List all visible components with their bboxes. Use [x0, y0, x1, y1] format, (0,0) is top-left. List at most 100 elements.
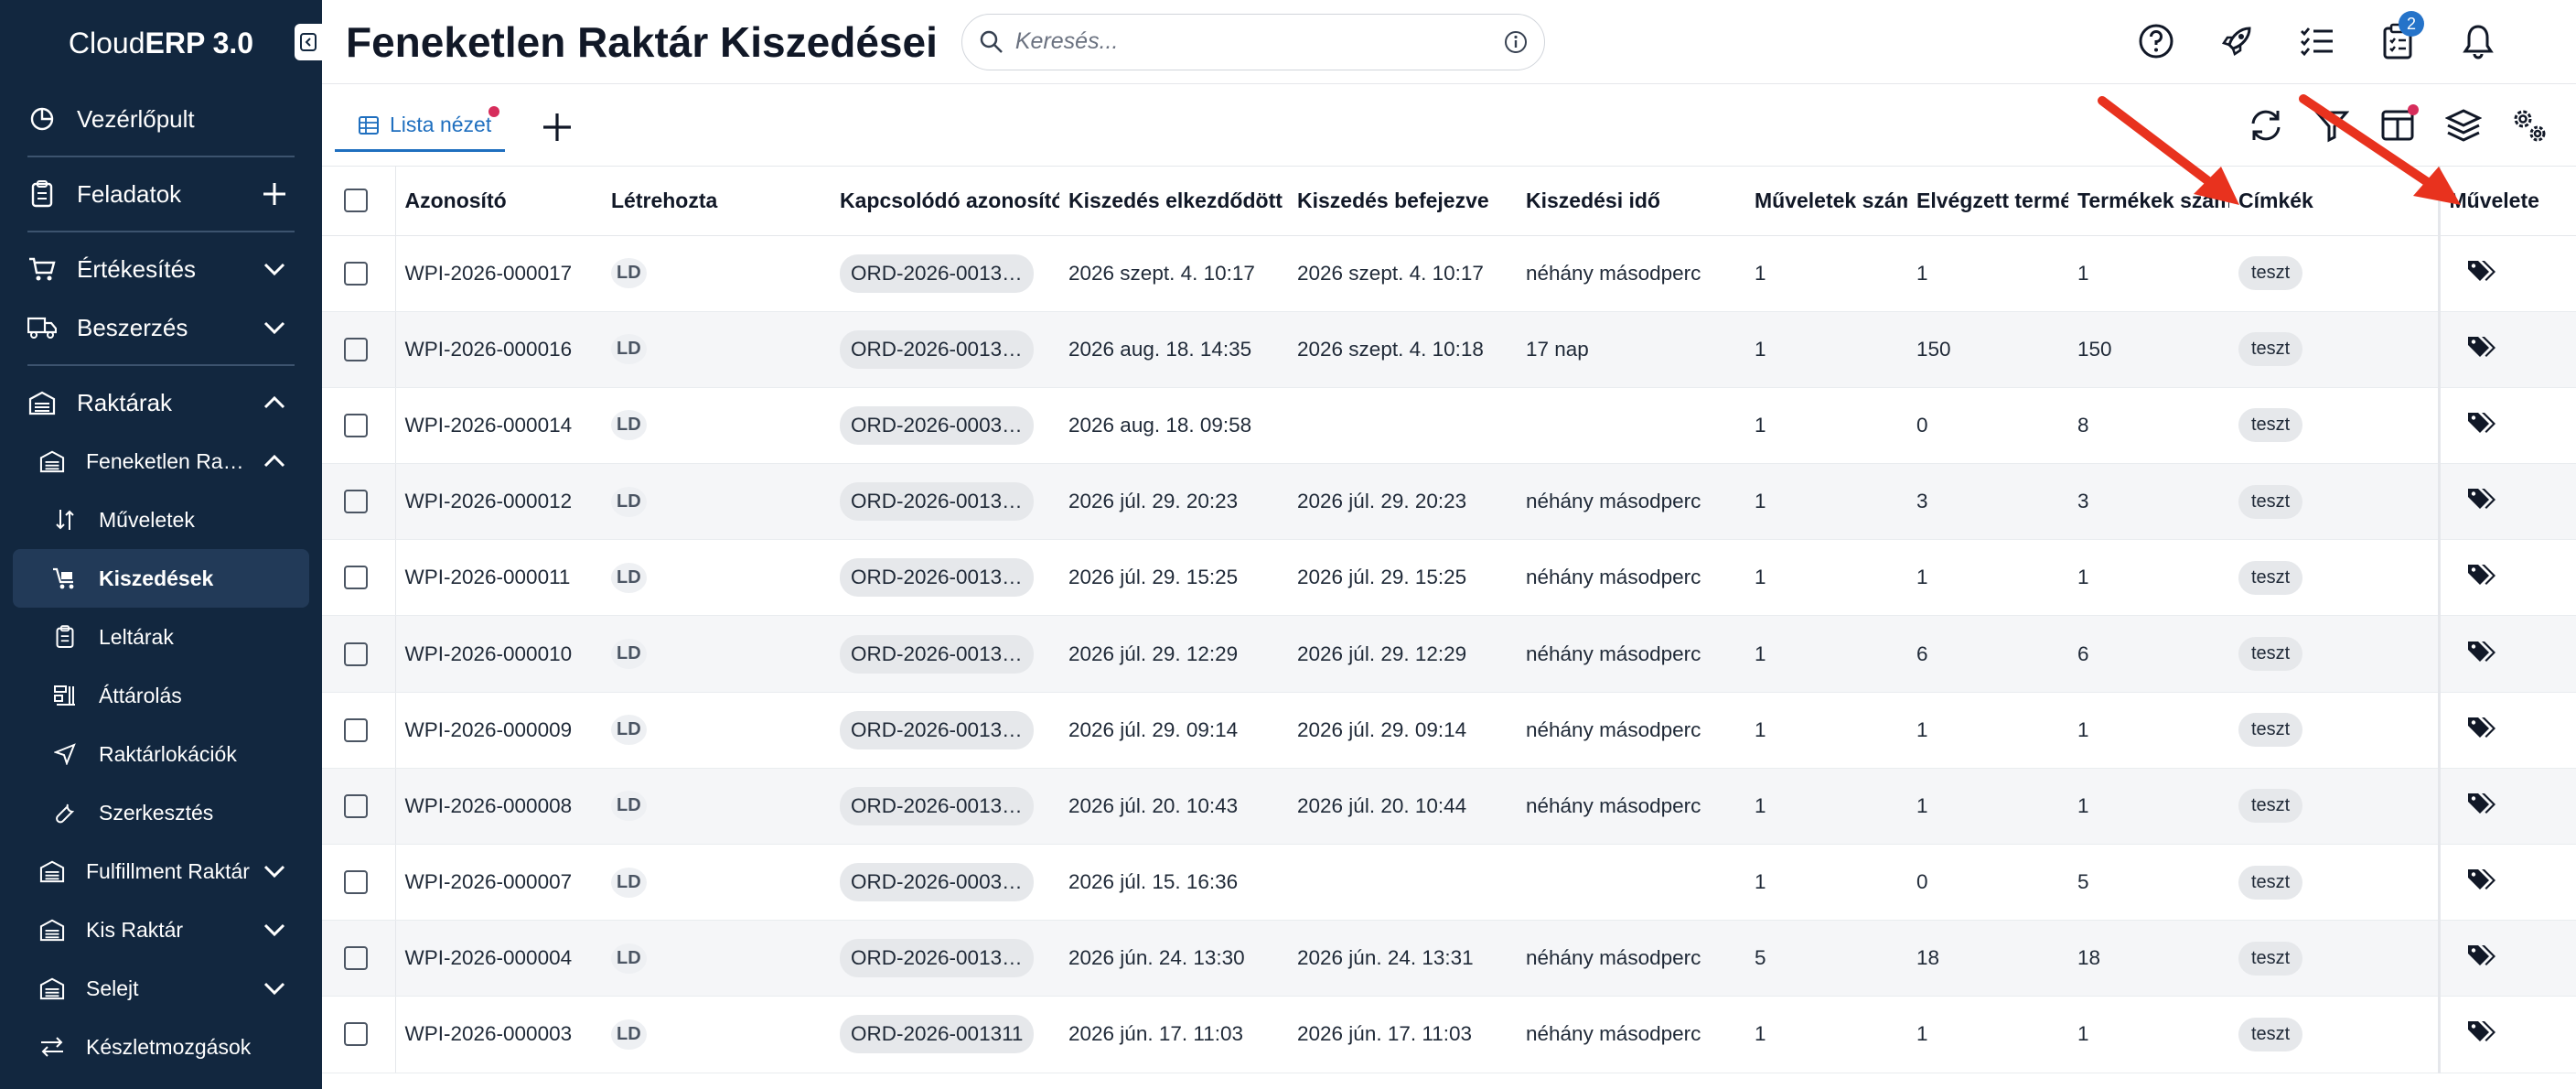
columns-button[interactable]	[2375, 102, 2420, 148]
column-header[interactable]: Kiszedés elkezdődött	[1059, 167, 1288, 236]
cell-id[interactable]: WPI-2026-000016	[395, 311, 602, 388]
select-all-checkbox[interactable]	[344, 189, 368, 213]
tag-chip[interactable]: teszt	[2238, 789, 2303, 824]
chevron-down-icon[interactable]	[260, 313, 289, 342]
tags-action-button[interactable]	[2466, 486, 2497, 517]
row-select-cell[interactable]	[322, 235, 396, 312]
row-checkbox[interactable]	[344, 642, 368, 666]
row-select-cell[interactable]	[322, 844, 396, 922]
related-order-chip[interactable]: ORD-2026-0013…	[840, 558, 1034, 598]
row-select-cell[interactable]	[322, 311, 396, 388]
tags-action-button[interactable]	[2466, 258, 2497, 289]
row-checkbox[interactable]	[344, 946, 368, 971]
column-header[interactable]: Azonosító	[395, 167, 602, 236]
tag-chip[interactable]: teszt	[2238, 865, 2303, 900]
table-row[interactable]: WPI-2026-000009 LD ORD-2026-0013… 2026 júl.…	[322, 692, 2576, 769]
info-icon[interactable]	[1504, 30, 1528, 54]
tag-chip[interactable]: teszt	[2238, 332, 2303, 367]
row-select-cell[interactable]	[322, 615, 396, 693]
column-header[interactable]: Elvégzett termékek	[1907, 167, 2068, 236]
add-view-button[interactable]	[538, 108, 576, 146]
row-checkbox[interactable]	[344, 413, 368, 437]
tag-chip[interactable]: teszt	[2238, 256, 2303, 291]
cell-related-id[interactable]: ORD-2026-001311	[831, 996, 1059, 1073]
tags-action-button[interactable]	[2466, 334, 2497, 365]
cell-id[interactable]: WPI-2026-000014	[395, 387, 602, 465]
cell-id[interactable]: WPI-2026-000009	[395, 692, 602, 769]
sidebar-item-purchasing[interactable]: Beszerzés	[0, 298, 322, 357]
tags-action-button[interactable]	[2466, 791, 2497, 822]
sidebar-item-dashboard[interactable]: Vezérlőpult	[0, 90, 322, 148]
tag-chip[interactable]: teszt	[2238, 637, 2303, 672]
tag-chip[interactable]: teszt	[2238, 713, 2303, 748]
cell-id[interactable]: WPI-2026-000007	[395, 844, 602, 922]
related-order-chip[interactable]: ORD-2026-0003…	[840, 863, 1034, 902]
related-order-chip[interactable]: ORD-2026-0013…	[840, 710, 1034, 749]
cell-id[interactable]: WPI-2026-000008	[395, 768, 602, 846]
add-task-button[interactable]	[260, 179, 289, 209]
column-header[interactable]: Műveletek száma	[1745, 167, 1907, 236]
related-order-chip[interactable]: ORD-2026-0013…	[840, 634, 1034, 674]
tags-action-button[interactable]	[2466, 715, 2497, 746]
sidebar-item-transfer[interactable]: Áttárolás	[0, 666, 322, 725]
cell-related-id[interactable]: ORD-2026-0013…	[831, 615, 1059, 693]
row-select-cell[interactable]	[322, 768, 396, 846]
column-header[interactable]: Kiszedési idő	[1517, 167, 1745, 236]
sidebar-item-pickings[interactable]: Kiszedések	[13, 549, 309, 608]
related-order-chip[interactable]: ORD-2026-0013…	[840, 786, 1034, 825]
column-header[interactable]: Címkék	[2229, 167, 2439, 236]
chevron-down-icon[interactable]	[260, 974, 289, 1003]
sidebar-warehouse-feneketlen[interactable]: Feneketlen Ra…	[0, 432, 322, 491]
column-header[interactable]: Kapcsolódó azonosító	[831, 167, 1059, 236]
search-input[interactable]: Keresés...	[961, 13, 1545, 70]
table-row[interactable]: WPI-2026-000003 LD ORD-2026-001311 2026 jún…	[322, 996, 2576, 1073]
cell-related-id[interactable]: ORD-2026-0003…	[831, 387, 1059, 465]
cell-id[interactable]: WPI-2026-000003	[395, 996, 602, 1073]
cell-related-id[interactable]: ORD-2026-0013…	[831, 311, 1059, 388]
checklist-button[interactable]	[2292, 16, 2342, 66]
settings-button[interactable]	[2506, 102, 2552, 148]
cell-related-id[interactable]: ORD-2026-0013…	[831, 539, 1059, 617]
collapse-sidebar-button[interactable]	[295, 24, 322, 60]
table-row[interactable]: WPI-2026-000016 LD ORD-2026-0013… 2026 aug.…	[322, 311, 2576, 388]
chevron-down-icon[interactable]	[260, 915, 289, 944]
related-order-chip[interactable]: ORD-2026-001311	[840, 1015, 1035, 1054]
tag-chip[interactable]: teszt	[2238, 941, 2303, 976]
related-order-chip[interactable]: ORD-2026-0013…	[840, 253, 1034, 293]
row-checkbox[interactable]	[344, 490, 368, 514]
tags-action-button[interactable]	[2466, 410, 2497, 441]
row-select-cell[interactable]	[322, 692, 396, 769]
tag-chip[interactable]: teszt	[2238, 408, 2303, 443]
sidebar-item-inventories[interactable]: Leltárak	[0, 608, 322, 666]
cell-id[interactable]: WPI-2026-000017	[395, 235, 602, 312]
cell-id[interactable]: WPI-2026-000011	[395, 539, 602, 617]
sidebar-warehouse-selejt[interactable]: Selejt	[0, 959, 322, 1018]
sidebar-item-stock-movements[interactable]: Készletmozgások	[0, 1018, 322, 1076]
cell-related-id[interactable]: ORD-2026-0013…	[831, 463, 1059, 541]
chevron-down-icon[interactable]	[260, 857, 289, 886]
refresh-button[interactable]	[2243, 102, 2289, 148]
sidebar-item-tasks[interactable]: Feladatok	[0, 165, 322, 223]
row-select-cell[interactable]	[322, 920, 396, 997]
row-select-cell[interactable]	[322, 539, 396, 617]
tags-action-button[interactable]	[2466, 562, 2497, 593]
table-row[interactable]: WPI-2026-000007 LD ORD-2026-0003… 2026 júl.…	[322, 844, 2576, 922]
tags-action-button[interactable]	[2466, 639, 2497, 670]
table-row[interactable]: WPI-2026-000004 LD ORD-2026-0013… 2026 jún.…	[322, 920, 2576, 997]
row-checkbox[interactable]	[344, 1022, 368, 1047]
row-checkbox[interactable]	[344, 261, 368, 286]
tag-chip[interactable]: teszt	[2238, 484, 2303, 519]
column-header[interactable]: Létrehozta	[602, 167, 831, 236]
row-select-cell[interactable]	[322, 996, 396, 1073]
chevron-down-icon[interactable]	[260, 254, 289, 284]
sidebar-item-operations[interactable]: Műveletek	[0, 491, 322, 549]
chevron-up-icon[interactable]	[260, 388, 289, 417]
tags-action-button[interactable]	[2466, 1019, 2497, 1050]
cell-related-id[interactable]: ORD-2026-0013…	[831, 768, 1059, 846]
cell-id[interactable]: WPI-2026-000004	[395, 920, 602, 997]
cell-related-id[interactable]: ORD-2026-0003…	[831, 844, 1059, 922]
sidebar-item-locations[interactable]: Raktárlokációk	[0, 725, 322, 783]
related-order-chip[interactable]: ORD-2026-0003…	[840, 405, 1034, 445]
table-row[interactable]: WPI-2026-000012 LD ORD-2026-0013… 2026 júl.…	[322, 463, 2576, 541]
cell-related-id[interactable]: ORD-2026-0013…	[831, 692, 1059, 769]
